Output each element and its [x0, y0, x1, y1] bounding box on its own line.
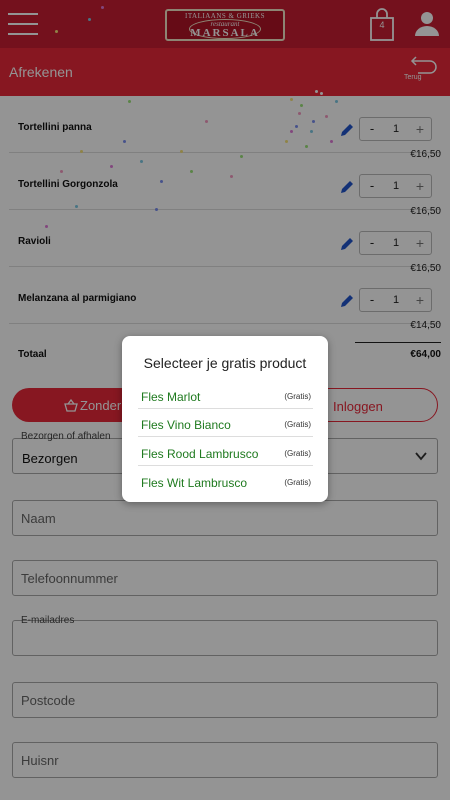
- free-product-option[interactable]: Fles Marlot (Gratis): [138, 381, 313, 409]
- dialog-title: Selecteer je gratis product: [143, 355, 307, 371]
- free-product-option[interactable]: Fles Vino Bianco (Gratis): [138, 409, 313, 437]
- free-product-option[interactable]: Fles Rood Lambrusco (Gratis): [138, 438, 313, 466]
- free-product-dialog: Selecteer je gratis product Fles Marlot …: [122, 336, 328, 502]
- free-product-option[interactable]: Fles Wit Lambrusco (Gratis): [138, 467, 313, 495]
